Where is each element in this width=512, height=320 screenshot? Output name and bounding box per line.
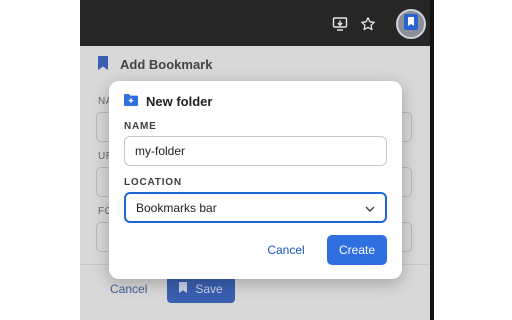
folder-name-input[interactable] <box>124 136 387 166</box>
folder-add-icon <box>124 94 138 109</box>
cancel-button-bg[interactable]: Cancel <box>110 282 147 296</box>
bookmark-icon <box>179 282 188 296</box>
new-folder-dialog: New folder NAME LOCATION Bookmarks bar C… <box>109 81 402 279</box>
browser-toolbar <box>80 0 432 46</box>
bookmark-icon <box>98 56 108 73</box>
bookmark-extension-icon <box>404 13 418 35</box>
dialog-title: New folder <box>146 94 213 109</box>
chevron-down-icon <box>365 201 375 215</box>
location-label: LOCATION <box>124 177 182 188</box>
new-folder-header: New folder <box>124 94 212 109</box>
name-label: NAME <box>124 121 157 132</box>
create-button[interactable]: Create <box>327 235 387 265</box>
cancel-button[interactable]: Cancel <box>257 236 315 264</box>
save-label: Save <box>195 282 223 296</box>
add-bookmark-title: Add Bookmark <box>120 57 213 72</box>
install-app-icon[interactable] <box>330 14 350 34</box>
window-edge <box>430 0 434 320</box>
save-button-bg[interactable]: Save <box>167 275 235 303</box>
location-value: Bookmarks bar <box>136 200 217 215</box>
add-bookmark-header: Add Bookmark <box>98 56 212 73</box>
bookmark-extension-button[interactable] <box>396 9 426 39</box>
location-select[interactable]: Bookmarks bar <box>124 192 387 223</box>
star-icon[interactable] <box>358 14 378 34</box>
